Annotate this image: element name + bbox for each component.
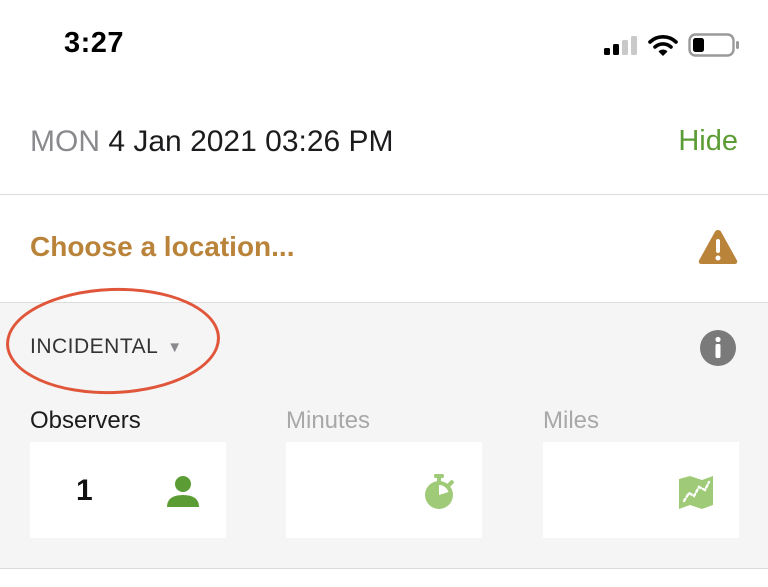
- map-icon: [679, 476, 713, 509]
- location-row[interactable]: Choose a location...: [0, 195, 768, 303]
- choose-location-link[interactable]: Choose a location...: [30, 231, 294, 263]
- date-time-display[interactable]: MON 4 Jan 2021 03:26 PM: [30, 125, 394, 159]
- protocol-section: INCIDENTAL ▼ Observers Minutes Miles 1: [0, 284, 768, 569]
- observers-value: 1: [76, 474, 93, 507]
- warning-icon: [698, 230, 738, 264]
- stopwatch-icon: [425, 474, 454, 509]
- observers-label: Observers: [30, 407, 141, 434]
- wifi-icon: [648, 35, 678, 56]
- battery-icon: [688, 33, 739, 57]
- observers-field[interactable]: 1: [30, 442, 226, 538]
- minutes-field[interactable]: [286, 442, 482, 538]
- status-bar: 3:27: [0, 0, 768, 92]
- minutes-label: Minutes: [286, 407, 371, 434]
- hide-button[interactable]: Hide: [678, 125, 738, 158]
- status-icons: [604, 32, 740, 58]
- bottom-area: [0, 569, 768, 587]
- miles-label: Miles: [543, 407, 600, 434]
- cellular-signal-icon: [604, 36, 637, 55]
- info-icon[interactable]: [699, 329, 737, 367]
- person-icon: [167, 476, 199, 507]
- dropdown-caret-icon: ▼: [167, 338, 183, 356]
- date-time-value: 4 Jan 2021 03:26 PM: [108, 125, 394, 158]
- day-of-week: MON: [30, 125, 100, 158]
- protocol-selected-value: INCIDENTAL: [30, 335, 159, 358]
- date-header: MON 4 Jan 2021 03:26 PM Hide: [0, 92, 768, 195]
- status-time: 3:27: [64, 27, 125, 59]
- miles-field[interactable]: [543, 442, 739, 538]
- protocol-dropdown[interactable]: INCIDENTAL ▼: [30, 335, 183, 359]
